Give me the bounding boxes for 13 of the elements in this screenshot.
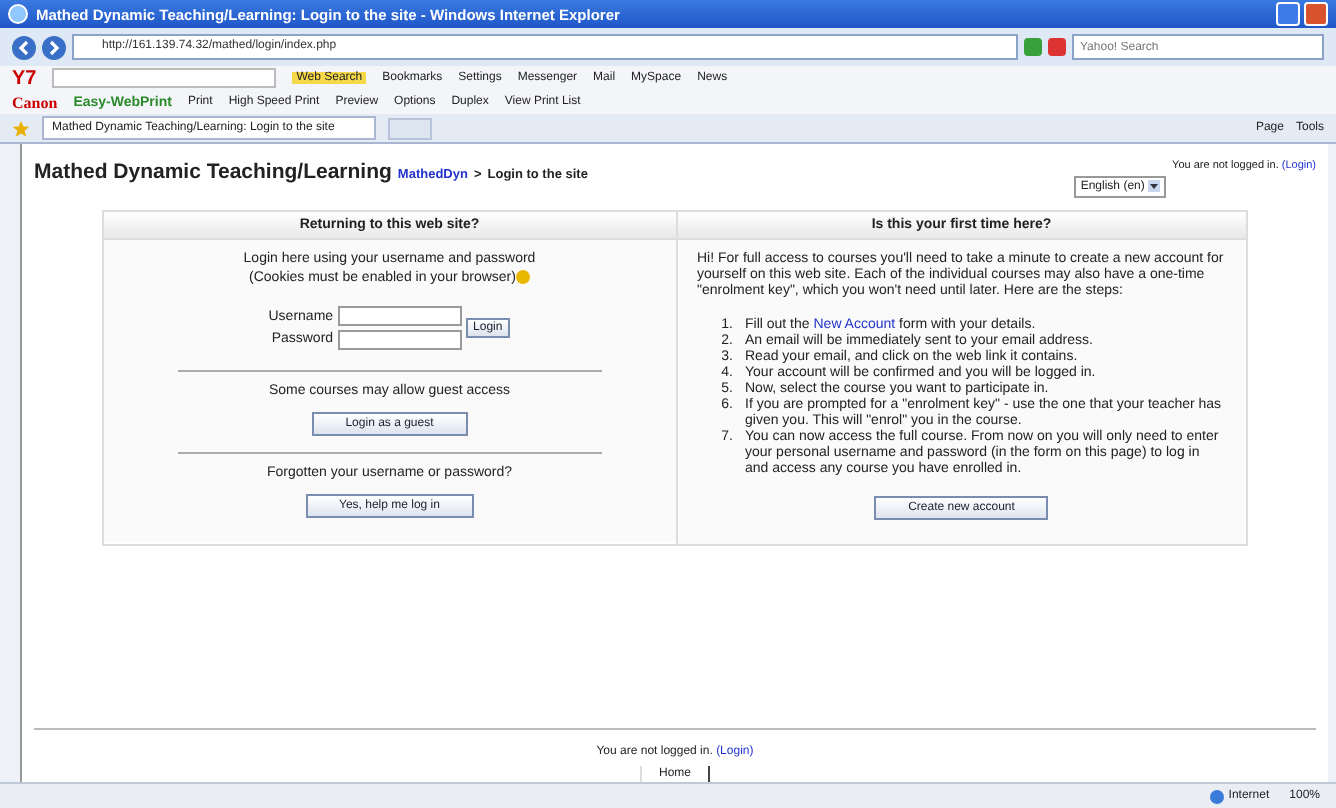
password-field[interactable] <box>337 329 462 350</box>
forward-button[interactable] <box>42 35 66 59</box>
username-field[interactable] <box>337 305 462 326</box>
close-button[interactable] <box>1304 2 1328 26</box>
site-name: Mathed Dynamic Teaching/Learning <box>34 160 392 184</box>
new-tab-button[interactable] <box>388 117 433 139</box>
minimize-button[interactable] <box>1276 2 1300 26</box>
favorites-star-icon[interactable] <box>12 119 30 137</box>
toolbar-logo: Canon <box>12 93 58 111</box>
toolbar-logo: Y7 <box>12 67 37 89</box>
dropdown-arrow-icon[interactable] <box>1148 180 1161 192</box>
back-button[interactable] <box>12 35 36 59</box>
toolbar-search-field[interactable] <box>52 68 277 88</box>
